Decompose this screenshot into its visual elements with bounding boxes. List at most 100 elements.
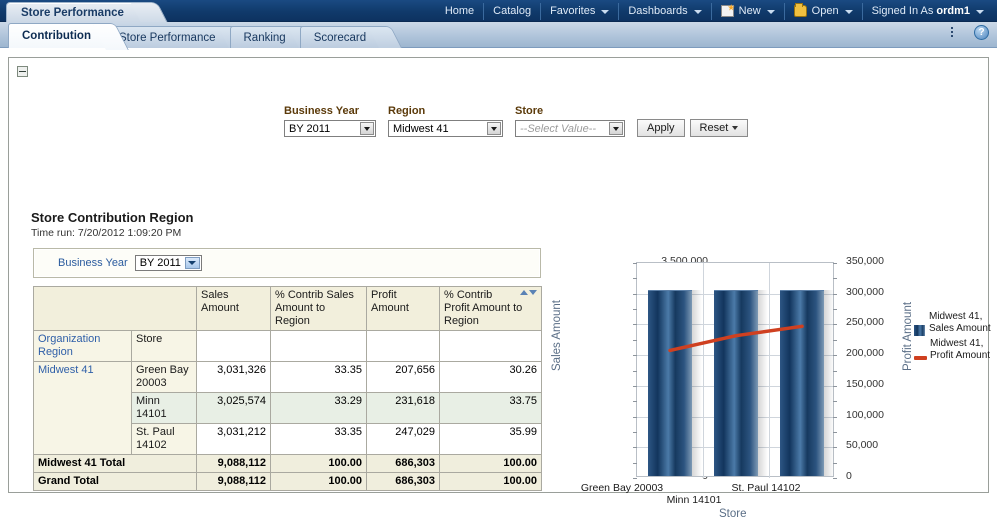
tab-ranking-label: Ranking	[244, 32, 286, 44]
nav-open[interactable]: Open	[785, 3, 863, 20]
nav-dashboards[interactable]: Dashboards	[619, 3, 711, 20]
header-sales-amount[interactable]: Sales Amount	[197, 287, 271, 331]
table-grand-total-row: Grand Total 9,088,112 100.00 686,303 100…	[34, 473, 542, 491]
business-year-select[interactable]: BY 2011	[284, 120, 376, 137]
report-business-year-select[interactable]: BY 2011	[135, 255, 202, 271]
prompt-store: Store --Select Value--	[515, 105, 625, 137]
total-contrib-profit: 100.00	[440, 455, 542, 473]
chevron-down-icon	[845, 10, 853, 14]
header-contrib-sales[interactable]: % Contrib Sales Amount to Region	[271, 287, 367, 331]
nav-new[interactable]: New	[712, 3, 785, 20]
chart-tick-mark	[833, 432, 837, 433]
cell-contrib-profit: 33.75	[440, 393, 542, 424]
reset-button[interactable]: Reset	[690, 119, 749, 137]
chart-x-tick-label: St. Paul 14102	[732, 482, 801, 494]
prompt-region: Region Midwest 41	[388, 105, 503, 137]
chart-y2-tick-label: 200,000	[846, 347, 884, 359]
store-select[interactable]: --Select Value--	[515, 120, 625, 137]
header-blank	[34, 287, 197, 331]
chart-tick-mark	[833, 355, 837, 356]
chart-tick-mark	[633, 478, 637, 479]
dashboard-content: Business Year BY 2011 Region Midwest 41 …	[0, 48, 997, 500]
table-header-row-dims: Organization Region Store	[34, 331, 542, 362]
chart-tick-mark	[833, 294, 837, 295]
cell-profit: 247,029	[367, 424, 440, 455]
tab-scorecard-label: Scorecard	[314, 32, 366, 44]
cell-store: Minn 14101	[132, 393, 197, 424]
help-icon[interactable]: ?	[974, 25, 989, 40]
chart-x-axis-title: Store	[719, 508, 747, 520]
report-time-run: Time run: 7/20/2012 1:09:20 PM	[31, 227, 181, 239]
chart-tick-mark	[833, 340, 837, 341]
new-document-icon	[721, 5, 734, 17]
chart-tick-mark	[633, 355, 637, 356]
apply-button-label: Apply	[647, 122, 675, 134]
sort-arrows-icon[interactable]	[520, 290, 537, 295]
legend-item-sales[interactable]: Midwest 41, Sales Amount	[914, 311, 992, 336]
prompt-business-year-label: Business Year	[284, 105, 376, 117]
business-year-value: BY 2011	[289, 123, 330, 135]
cell-store: Green Bay 20003	[132, 362, 197, 393]
tab-contribution-label: Contribution	[22, 30, 91, 42]
header-store[interactable]: Store	[132, 331, 197, 362]
collapse-section-icon[interactable]	[17, 66, 28, 77]
region-value: Midwest 41	[393, 123, 449, 135]
chart-y2-tick-label: 100,000	[846, 409, 884, 421]
chart-tick-mark	[833, 447, 837, 448]
sort-ascending-icon[interactable]	[520, 290, 528, 295]
tab-contribution[interactable]: Contribution	[8, 23, 112, 48]
nav-home[interactable]: Home	[436, 3, 484, 20]
header-organization-region[interactable]: Organization Region	[34, 331, 132, 362]
chart-tick-mark	[833, 324, 837, 325]
chart-tick-mark	[633, 371, 637, 372]
header-contrib-profit-label: % Contrib Profit Amount to Region	[444, 289, 522, 327]
chart-tick-mark	[833, 371, 837, 372]
content-frame: Business Year BY 2011 Region Midwest 41 …	[8, 57, 989, 493]
apply-button[interactable]: Apply	[637, 119, 685, 137]
header-contrib-profit[interactable]: % Contrib Profit Amount to Region	[440, 287, 542, 331]
chart-y2-tick-label: 50,000	[846, 439, 878, 451]
chart-tick-mark	[633, 324, 637, 325]
total-contrib-sales: 100.00	[271, 455, 367, 473]
grand-total-label: Grand Total	[34, 473, 197, 491]
chart-tick-mark	[833, 263, 837, 264]
page-title: Store Performance	[21, 7, 124, 19]
page-options-icon[interactable]	[951, 26, 967, 40]
open-folder-icon	[794, 5, 807, 17]
cell-contrib-profit: 35.99	[440, 424, 542, 455]
chevron-down-icon	[732, 126, 738, 130]
total-label: Midwest 41 Total	[34, 455, 197, 473]
chart-line-path[interactable]	[670, 326, 802, 350]
cell-sales: 3,031,326	[197, 362, 271, 393]
sort-descending-icon[interactable]	[529, 290, 537, 295]
cell-sales: 3,031,212	[197, 424, 271, 455]
prompt-bar: Business Year BY 2011 Region Midwest 41 …	[284, 105, 753, 137]
chart-tick-mark	[833, 386, 837, 387]
nav-home-label: Home	[445, 5, 474, 17]
header-spacer-3	[367, 331, 440, 362]
chart-tick-mark	[633, 263, 637, 264]
chart-tick-mark	[633, 432, 637, 433]
chevron-down-icon	[360, 122, 374, 135]
global-navigation: Home Catalog Favorites Dashboards New Op…	[436, 0, 993, 22]
cell-contrib-sales: 33.35	[271, 424, 367, 455]
nav-favorites-label: Favorites	[550, 5, 595, 17]
nav-catalog[interactable]: Catalog	[484, 3, 541, 20]
nav-signed-in-as[interactable]: Signed In As ordm1	[863, 3, 993, 20]
nav-favorites[interactable]: Favorites	[541, 3, 619, 20]
page-title-tab[interactable]: Store Performance	[6, 2, 151, 22]
tab-scorecard[interactable]: Scorecard	[300, 26, 387, 48]
report-business-year-value: BY 2011	[140, 257, 181, 269]
nav-new-label: New	[739, 5, 761, 17]
chart-tick-mark	[833, 478, 837, 479]
tab-ranking[interactable]: Ranking	[230, 26, 307, 48]
chart-y2-tick-label: 300,000	[846, 286, 884, 298]
prompt-actions: Apply Reset	[637, 119, 753, 137]
chevron-down-icon	[976, 10, 984, 14]
legend-item-profit[interactable]: Midwest 41, Profit Amount	[914, 338, 992, 361]
chart-legend: Midwest 41, Sales Amount Midwest 41, Pro…	[914, 311, 992, 363]
cell-region[interactable]: Midwest 41	[34, 362, 132, 455]
region-select[interactable]: Midwest 41	[388, 120, 503, 137]
reset-button-label: Reset	[700, 122, 729, 134]
header-profit-amount[interactable]: Profit Amount	[367, 287, 440, 331]
